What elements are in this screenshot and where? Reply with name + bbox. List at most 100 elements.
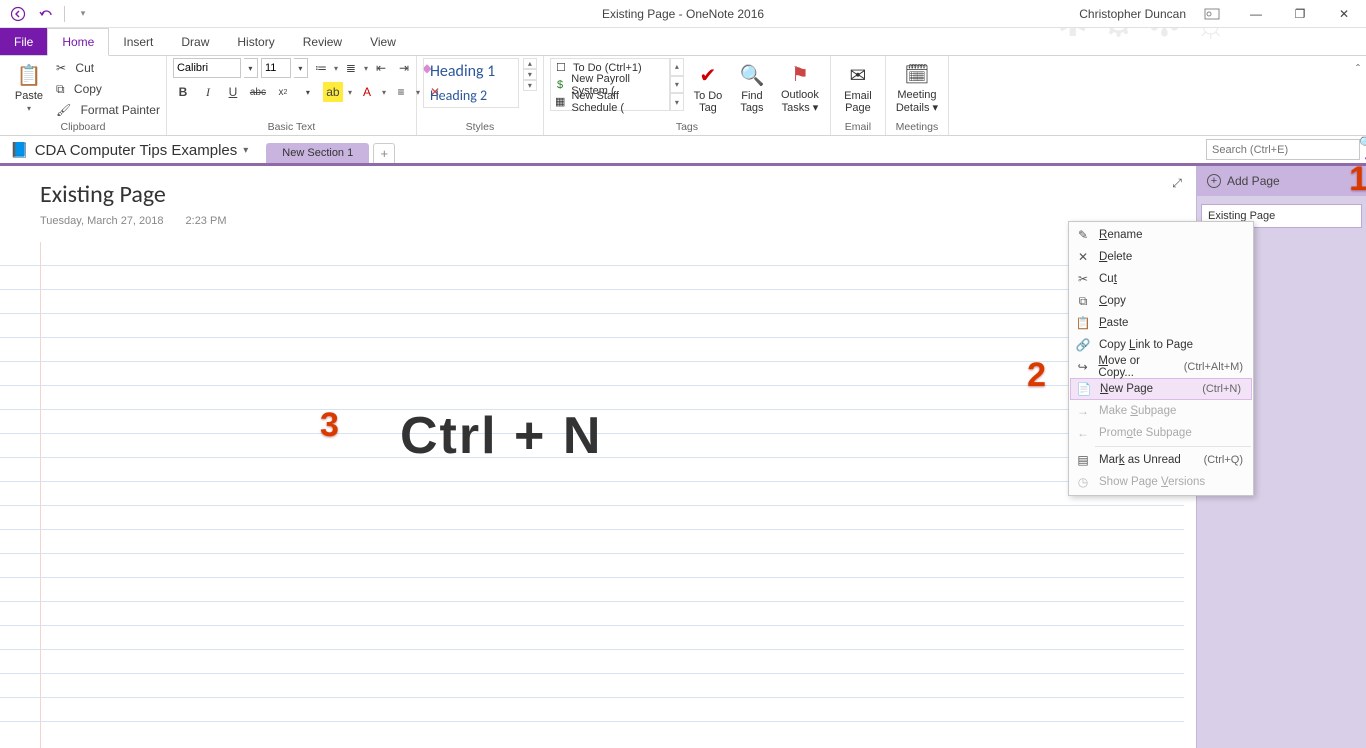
ctx-paste[interactable]: 📋Paste: [1069, 312, 1253, 334]
notebook-bar: 📘 CDA Computer Tips Examples ▾ New Secti…: [0, 136, 1366, 166]
tab-file[interactable]: File: [0, 28, 47, 55]
notebook-dropdown[interactable]: 📘 CDA Computer Tips Examples ▾: [10, 141, 248, 163]
unread-icon: ▤: [1075, 453, 1091, 467]
page-canvas[interactable]: ⤢ Existing Page Tuesday, March 27, 2018 …: [0, 166, 1196, 748]
styles-gallery[interactable]: Heading 1 Heading 2: [423, 58, 519, 108]
checkbox-icon: ☐: [554, 61, 568, 74]
format-painter-button[interactable]: 🖌 Format Painter: [56, 100, 160, 120]
font-name-input[interactable]: [173, 58, 241, 78]
align-icon[interactable]: ≡: [391, 82, 411, 102]
bullets-icon[interactable]: ≔: [311, 58, 331, 78]
search-input[interactable]: [1207, 144, 1359, 156]
basic-text-label: Basic Text: [173, 120, 410, 135]
move-icon: ↪: [1075, 360, 1090, 374]
strike-icon[interactable]: abc: [248, 82, 268, 102]
title-bar: ▾ Existing Page - OneNote 2016 Christoph…: [0, 0, 1366, 28]
page-title[interactable]: Existing Page: [40, 180, 1196, 209]
close-button[interactable]: ✕: [1326, 2, 1362, 26]
ctx-new-page[interactable]: 📄New Page(Ctrl+N): [1070, 378, 1252, 400]
ctx-make-subpage: →Make Subpage: [1069, 400, 1253, 422]
find-tags-button[interactable]: 🔍Find Tags: [732, 58, 772, 118]
ctx-cut[interactable]: ✂Cut: [1069, 268, 1253, 290]
group-basic-text: ▾ ▾ ≔▾ ≣▾ ⇤ ⇥ ◆ B I U abc x2 ▾ ab▾ A▾ ≡▾…: [167, 56, 417, 135]
underline-icon[interactable]: U: [223, 82, 243, 102]
add-page-label: Add Page: [1227, 174, 1280, 188]
font-size-dropdown-icon[interactable]: ▾: [294, 58, 308, 78]
tab-view[interactable]: View: [356, 28, 410, 55]
dollar-icon: $: [554, 79, 566, 91]
collapse-ribbon-icon[interactable]: ˆ: [1356, 62, 1360, 76]
group-clipboard: 📋 Paste ▾ ✂ Cut ⧉ Copy 🖌 Format Painter …: [0, 56, 167, 135]
email-page-button[interactable]: ✉Email Page: [837, 58, 879, 118]
plus-icon: +: [1207, 174, 1221, 188]
tab-draw[interactable]: Draw: [167, 28, 223, 55]
notebook-icon: 📘: [10, 141, 29, 159]
styles-scrollbar[interactable]: ▴▾▾: [523, 58, 537, 91]
chevron-down-icon: ▾: [243, 145, 248, 156]
style-heading1[interactable]: Heading 1: [424, 59, 518, 84]
meeting-details-button[interactable]: 🗓Meeting Details ▾: [892, 58, 942, 118]
subpage-left-icon: ←: [1075, 426, 1091, 440]
qat-customize-icon[interactable]: ▾: [71, 3, 95, 25]
tab-history[interactable]: History: [223, 28, 288, 55]
outlook-tasks-button[interactable]: ⚑Outlook Tasks ▾: [776, 58, 824, 118]
numbering-icon[interactable]: ≣: [341, 58, 361, 78]
undo-button[interactable]: [34, 3, 58, 25]
ctx-mark-unread[interactable]: ▤Mark as Unread(Ctrl+Q): [1069, 449, 1253, 471]
ctx-rename[interactable]: ✎Rename: [1069, 224, 1253, 246]
ruled-lines: [0, 242, 1184, 748]
tab-insert[interactable]: Insert: [109, 28, 167, 55]
ctx-copy-link[interactable]: 🔗Copy Link to Page: [1069, 334, 1253, 356]
paste-button[interactable]: 📋 Paste ▾: [6, 58, 52, 118]
group-meetings: 🗓Meeting Details ▾ Meetings: [886, 56, 949, 135]
outdent-icon[interactable]: ⇤: [371, 58, 391, 78]
cut-icon: ✂: [1075, 272, 1091, 286]
add-section-button[interactable]: +: [373, 143, 395, 163]
ctx-show-versions: ◷Show Page Versions: [1069, 471, 1253, 493]
font-name-dropdown-icon[interactable]: ▾: [244, 58, 258, 78]
ctx-promote-subpage: ←Promote Subpage: [1069, 422, 1253, 444]
back-button[interactable]: [6, 3, 30, 25]
style-heading2[interactable]: Heading 2: [424, 84, 518, 107]
subscript-icon[interactable]: x2: [273, 82, 293, 102]
callout-2: 2: [1027, 356, 1046, 395]
sub-dropdown-icon[interactable]: ▾: [298, 82, 318, 102]
callout-1: 1: [1349, 160, 1366, 199]
user-name[interactable]: Christopher Duncan: [1079, 7, 1186, 21]
rename-icon: ✎: [1075, 228, 1091, 242]
tags-gallery[interactable]: ☐To Do (Ctrl+1) $New Payroll System ( ▦N…: [550, 58, 670, 111]
bold-icon[interactable]: B: [173, 82, 193, 102]
todo-tag-button[interactable]: ✔To Do Tag: [688, 58, 728, 118]
ctx-delete[interactable]: ✕Delete: [1069, 246, 1253, 268]
qat-separator: [64, 6, 65, 22]
italic-icon[interactable]: I: [198, 82, 218, 102]
tab-review[interactable]: Review: [289, 28, 356, 55]
copy-button[interactable]: ⧉ Copy: [56, 79, 160, 99]
group-tags: ☐To Do (Ctrl+1) $New Payroll System ( ▦N…: [544, 56, 831, 135]
page-date: Tuesday, March 27, 2018: [40, 215, 164, 227]
section-tab[interactable]: New Section 1: [266, 143, 369, 163]
ctx-copy[interactable]: ⧉Copy: [1069, 290, 1253, 312]
link-icon: 🔗: [1075, 338, 1091, 352]
copy-icon: ⧉: [56, 82, 65, 97]
highlight-icon[interactable]: ab: [323, 82, 343, 102]
search-box[interactable]: 🔍▾: [1206, 139, 1360, 160]
account-icon[interactable]: [1194, 2, 1230, 26]
ctx-move[interactable]: ↪Move or Copy...(Ctrl+Alt+M): [1069, 356, 1253, 378]
minimize-button[interactable]: —: [1238, 2, 1274, 26]
add-page-button[interactable]: + Add Page: [1197, 166, 1366, 196]
tags-scrollbar[interactable]: ▴▾▾: [670, 58, 684, 111]
cut-button[interactable]: ✂ Cut: [56, 58, 160, 78]
context-menu: ✎Rename ✕Delete ✂Cut ⧉Copy 📋Paste 🔗Copy …: [1068, 221, 1254, 496]
quick-access-toolbar: ▾: [0, 3, 95, 25]
ribbon: 📋 Paste ▾ ✂ Cut ⧉ Copy 🖌 Format Painter …: [0, 56, 1366, 136]
font-color-icon[interactable]: A: [357, 82, 377, 102]
group-email: ✉Email Page Email: [831, 56, 886, 135]
indent-icon[interactable]: ⇥: [394, 58, 414, 78]
tag-staff[interactable]: ▦New Staff Schedule (: [551, 93, 669, 110]
tab-home[interactable]: Home: [47, 28, 109, 56]
restore-button[interactable]: ❐: [1282, 2, 1318, 26]
email-label: Email: [837, 120, 879, 135]
paste-label: Paste: [15, 90, 43, 102]
font-size-input[interactable]: [261, 58, 291, 78]
